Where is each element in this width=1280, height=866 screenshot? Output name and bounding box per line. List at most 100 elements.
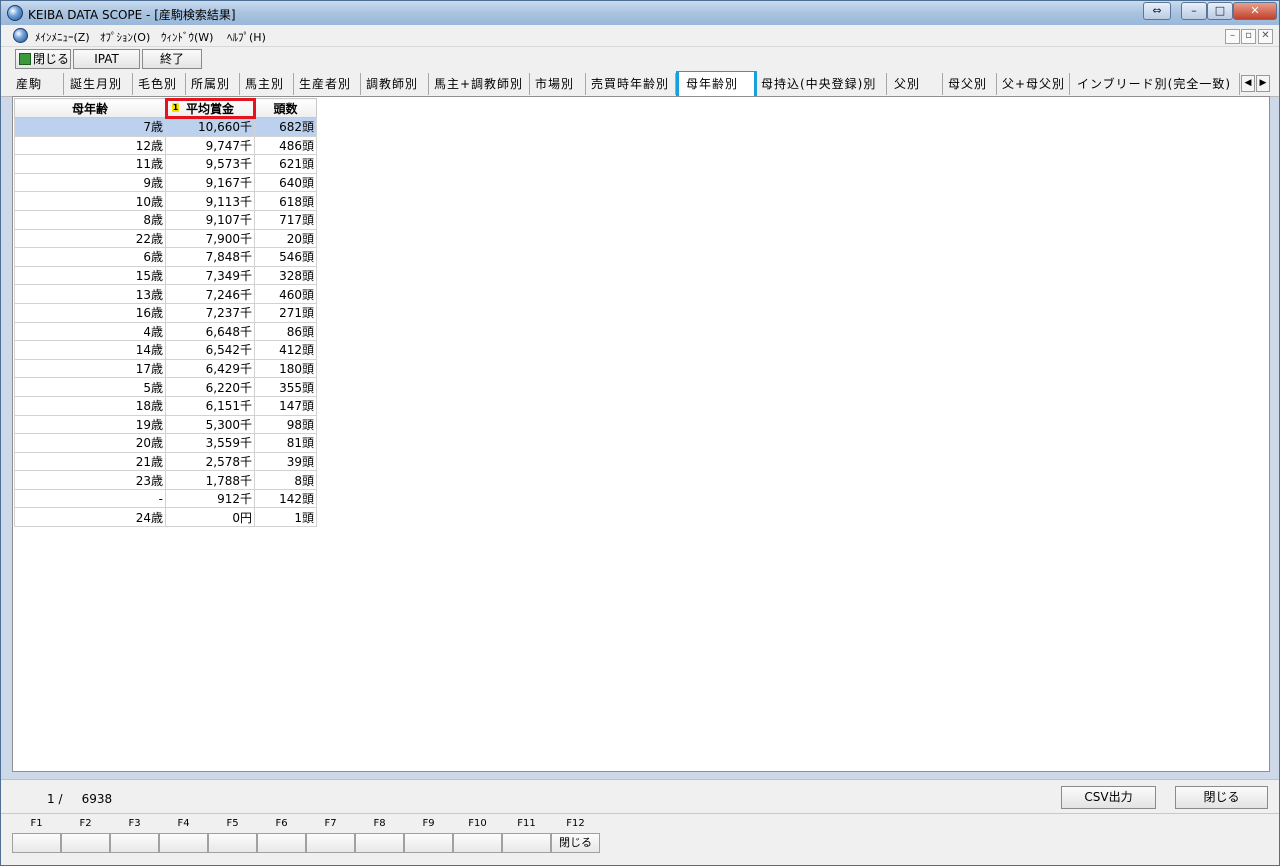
close-window-button[interactable]: ✕ bbox=[1233, 2, 1277, 20]
header-head-count[interactable]: 頭数 bbox=[254, 98, 317, 118]
table-row[interactable]: -912千 142頭 bbox=[14, 488, 317, 509]
table-row[interactable]: 10歳 9,113千 618頭 bbox=[14, 191, 317, 211]
table-row[interactable]: 11歳 9,573千 621頭 bbox=[14, 154, 317, 174]
fkey-button-f10[interactable] bbox=[453, 833, 502, 853]
fkey-button-f4[interactable] bbox=[159, 833, 208, 853]
menu-main[interactable]: ﾒｲﾝﾒﾆｭｰ(Z) bbox=[35, 29, 90, 45]
menu-window[interactable]: ｳｨﾝﾄﾞｳ(W) bbox=[161, 29, 213, 45]
fkey-button-f9[interactable] bbox=[404, 833, 453, 853]
toolbar-close-button[interactable]: 閉じる bbox=[15, 49, 71, 69]
mdi-restore-button[interactable]: ▫ bbox=[1241, 29, 1256, 44]
ipat-button[interactable]: IPAT bbox=[73, 49, 140, 69]
table-row[interactable]: 14歳 6,542千 412頭 bbox=[14, 340, 317, 360]
mdi-close-button[interactable]: ✕ bbox=[1258, 29, 1273, 44]
table-row[interactable]: 13歳 7,246千 460頭 bbox=[14, 284, 317, 304]
fkey-button-f11[interactable] bbox=[502, 833, 551, 853]
fkey-button-f8[interactable] bbox=[355, 833, 404, 853]
cell-average-prize: 10,660千 bbox=[165, 117, 255, 137]
tab-sire[interactable]: 父別 bbox=[891, 73, 943, 95]
tab-breeder[interactable]: 生産者別 bbox=[296, 73, 361, 95]
header-average-prize[interactable]: 1 平均賞金 bbox=[164, 97, 256, 119]
cell-average-prize: 9,747千 bbox=[165, 135, 255, 156]
cell-average-prize: 6,220千 bbox=[165, 377, 255, 397]
csv-export-button[interactable]: CSV出力 bbox=[1061, 786, 1156, 809]
cell-head-count: 328頭 bbox=[254, 265, 317, 286]
fkey-label-f2: F2 bbox=[79, 818, 92, 829]
cell-dam-age: 18歳 bbox=[14, 395, 166, 416]
table-row[interactable]: 8歳 9,107千 717頭 bbox=[14, 209, 317, 230]
fkey-button-f6[interactable] bbox=[257, 833, 306, 853]
fkey-button-f12-close[interactable]: 閉じる bbox=[551, 833, 600, 853]
tab-coat-color[interactable]: 毛色別 bbox=[135, 73, 186, 95]
table-row[interactable]: 16歳 7,237千 271頭 bbox=[14, 302, 317, 323]
tab-scroll-left-icon[interactable]: ◀ bbox=[1241, 75, 1255, 92]
fkey-button-f5[interactable] bbox=[208, 833, 257, 853]
table-row[interactable]: 21歳 2,578千 39頭 bbox=[14, 451, 317, 472]
header-dam-age[interactable]: 母年齢 bbox=[14, 98, 166, 118]
cell-average-prize: 7,848千 bbox=[165, 247, 255, 267]
cell-dam-age: 17歳 bbox=[14, 358, 166, 379]
close-button[interactable]: 閉じる bbox=[1175, 786, 1268, 809]
tab-scroll-right-icon[interactable]: ▶ bbox=[1256, 75, 1270, 92]
fkey-button-f3[interactable] bbox=[110, 833, 159, 853]
tab-offspring[interactable]: 産駒 bbox=[13, 73, 64, 95]
toolbar-close-label: 閉じる bbox=[32, 52, 69, 66]
table-row[interactable]: 9歳 9,167千 640頭 bbox=[14, 172, 317, 193]
tab-dam-import[interactable]: 母持込(中央登録)別 bbox=[758, 73, 887, 95]
cell-dam-age: 7歳 bbox=[14, 117, 166, 137]
page-current: 1 / bbox=[47, 792, 63, 806]
cell-head-count: 618頭 bbox=[254, 191, 317, 211]
table-row[interactable]: 12歳 9,747千 486頭 bbox=[14, 135, 317, 156]
fkey-button-f7[interactable] bbox=[306, 833, 355, 853]
switch-size-button[interactable]: ⇔ bbox=[1143, 2, 1171, 20]
table-row[interactable]: 6歳 7,848千 546頭 bbox=[14, 247, 317, 267]
tab-inbreed[interactable]: インブリード別(完全一致) bbox=[1074, 73, 1240, 95]
table-row[interactable]: 23歳 1,788千 8頭 bbox=[14, 470, 317, 490]
table-row[interactable]: 22歳 7,900千 20頭 bbox=[14, 228, 317, 249]
maximize-button[interactable]: □ bbox=[1207, 2, 1233, 20]
mdi-minimize-button[interactable]: – bbox=[1225, 29, 1240, 44]
table-row[interactable]: 17歳 6,429千 180頭 bbox=[14, 358, 317, 379]
cell-head-count: 20頭 bbox=[254, 228, 317, 249]
exit-button[interactable]: 終了 bbox=[142, 49, 202, 69]
minimize-button[interactable]: – bbox=[1181, 2, 1207, 20]
tab-affiliation[interactable]: 所属別 bbox=[188, 73, 240, 95]
tab-birth-month[interactable]: 誕生月別 bbox=[67, 73, 133, 95]
tab-sire-dam-sire[interactable]: 父+母父別 bbox=[999, 73, 1070, 95]
title-bar[interactable]: KEIBA DATA SCOPE - [産駒検索結果] ⇔ – □ ✕ bbox=[1, 1, 1279, 25]
fkey-label-f5: F5 bbox=[226, 818, 239, 829]
menu-help[interactable]: ﾍﾙﾌﾟ(H) bbox=[227, 29, 266, 45]
header-average-prize-label: 平均賞金 bbox=[185, 101, 234, 116]
fkey-button-f1[interactable] bbox=[12, 833, 61, 853]
menu-option[interactable]: ｵﾌﾟｼｮﾝ(O) bbox=[100, 29, 150, 45]
table-row[interactable]: 15歳 7,349千 328頭 bbox=[14, 265, 317, 286]
tab-trainer[interactable]: 調教師別 bbox=[363, 73, 429, 95]
table-row[interactable]: 20歳 3,559千 81頭 bbox=[14, 433, 317, 453]
tab-owner[interactable]: 馬主別 bbox=[242, 73, 294, 95]
fkey-label-f9: F9 bbox=[422, 818, 435, 829]
table-row[interactable]: 19歳 5,300千 98頭 bbox=[14, 414, 317, 435]
table-row[interactable]: 24歳 0円 1頭 bbox=[14, 507, 317, 528]
cell-head-count: 355頭 bbox=[254, 377, 317, 397]
tab-sale-age[interactable]: 売買時年齢別 bbox=[588, 73, 676, 95]
cell-head-count: 640頭 bbox=[254, 172, 317, 193]
cell-dam-age: 20歳 bbox=[14, 433, 166, 453]
cell-head-count: 81頭 bbox=[254, 433, 317, 453]
fkey-button-f2[interactable] bbox=[61, 833, 110, 853]
cell-head-count: 271頭 bbox=[254, 302, 317, 323]
table-row[interactable]: 5歳 6,220千 355頭 bbox=[14, 377, 317, 397]
tab-market[interactable]: 市場別 bbox=[532, 73, 586, 95]
cell-dam-age: 24歳 bbox=[14, 507, 166, 528]
cell-average-prize: 7,246千 bbox=[165, 284, 255, 304]
tab-owner-trainer[interactable]: 馬主+調教師別 bbox=[431, 73, 530, 95]
cell-head-count: 546頭 bbox=[254, 247, 317, 267]
table-row[interactable]: 4歳 6,648千 86頭 bbox=[14, 321, 317, 342]
cell-head-count: 180頭 bbox=[254, 358, 317, 379]
app-window: KEIBA DATA SCOPE - [産駒検索結果] ⇔ – □ ✕ ﾒｲﾝﾒ… bbox=[0, 0, 1280, 866]
table-row[interactable]: 18歳 6,151千 147頭 bbox=[14, 395, 317, 416]
tab-dam-age[interactable]: 母年齢別 bbox=[676, 71, 757, 96]
menu-globe-icon[interactable] bbox=[13, 28, 28, 43]
table-row[interactable]: 7歳 10,660千 682頭 bbox=[14, 117, 317, 137]
tab-bar: 産駒 誕生月別 毛色別 所属別 馬主別 生産者別 調教師別 馬主+調教師別 市場… bbox=[1, 71, 1279, 97]
tab-dam-sire[interactable]: 母父別 bbox=[945, 73, 997, 95]
